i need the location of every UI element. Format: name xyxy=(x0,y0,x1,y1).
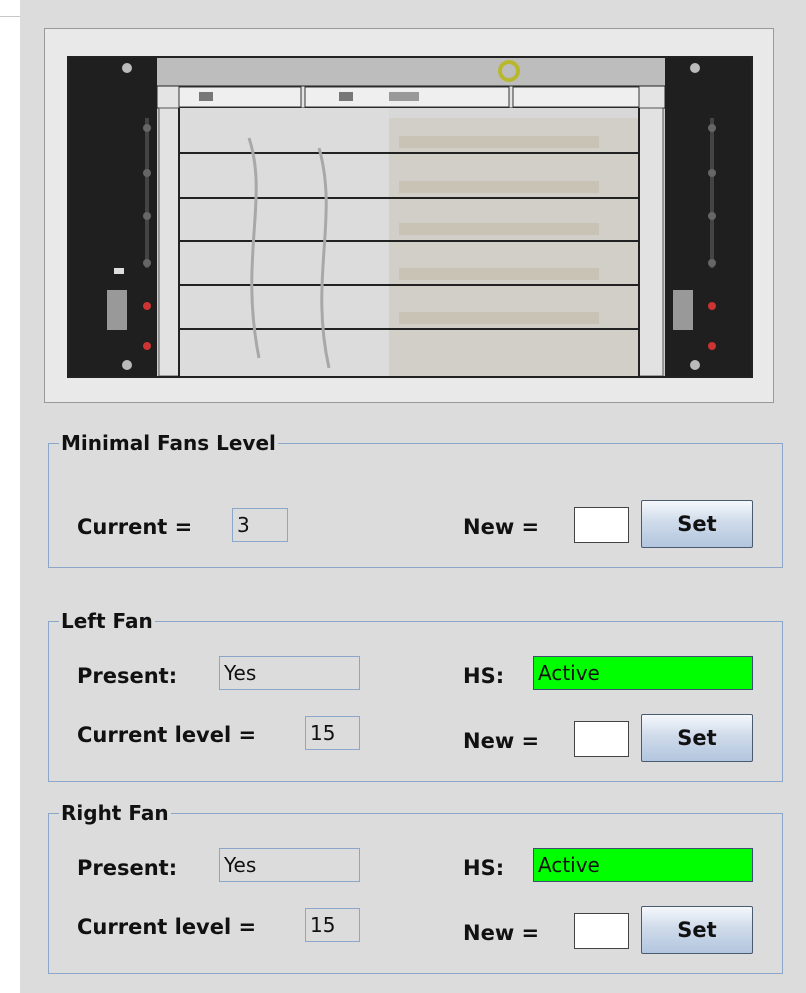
right-new-input[interactable] xyxy=(574,913,629,949)
left-set-button[interactable]: Set xyxy=(641,714,753,762)
left-new-input[interactable] xyxy=(574,721,629,757)
left-level-value: 15 xyxy=(305,716,360,750)
right-fan-group: Right Fan Present: Yes HS: Active Curren… xyxy=(48,802,783,974)
chassis-image xyxy=(67,56,753,378)
minimal-set-button[interactable]: Set xyxy=(641,500,753,548)
right-level-value: 15 xyxy=(305,908,360,942)
left-present-value: Yes xyxy=(219,656,360,690)
left-level-label: Current level = xyxy=(77,723,257,747)
minimal-current-value: 3 xyxy=(232,508,288,542)
left-hs-status: Active xyxy=(533,656,753,690)
right-hs-status: Active xyxy=(533,848,753,882)
left-present-label: Present: xyxy=(77,664,178,688)
left-fan-group: Left Fan Present: Yes HS: Active Current… xyxy=(48,610,783,782)
right-present-label: Present: xyxy=(77,856,178,880)
minimal-new-input[interactable] xyxy=(574,507,629,543)
chassis-image-frame xyxy=(44,28,774,403)
left-hs-label: HS: xyxy=(463,664,505,688)
minimal-fans-level-title: Minimal Fans Level xyxy=(61,431,276,455)
right-level-label: Current level = xyxy=(77,915,257,939)
minimal-current-label: Current = xyxy=(77,515,193,539)
right-new-label: New = xyxy=(463,921,540,945)
fan-control-panel: Minimal Fans Level Current = 3 New = Set… xyxy=(20,0,806,993)
right-hs-label: HS: xyxy=(463,856,505,880)
left-fan-title: Left Fan xyxy=(61,609,153,633)
chassis-illustration xyxy=(69,58,751,376)
right-present-value: Yes xyxy=(219,848,360,882)
top-divider-line xyxy=(0,16,20,17)
minimal-new-label: New = xyxy=(463,515,540,539)
left-new-label: New = xyxy=(463,729,540,753)
right-fan-title: Right Fan xyxy=(61,801,169,825)
minimal-fans-level-group: Minimal Fans Level Current = 3 New = Set xyxy=(48,432,783,568)
right-set-button[interactable]: Set xyxy=(641,906,753,954)
